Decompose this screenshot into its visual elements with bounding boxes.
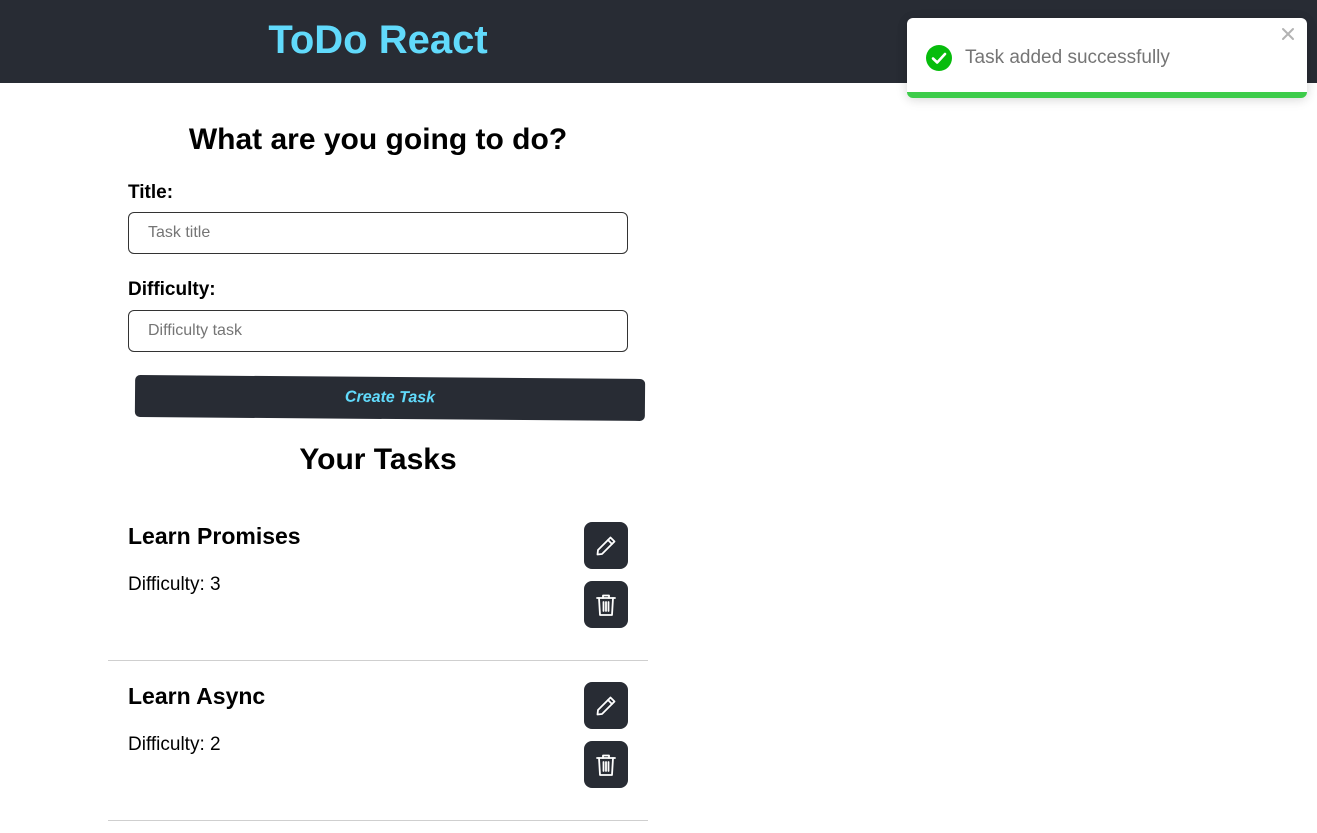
task-difficulty: Difficulty: 2	[128, 734, 221, 755]
tasks-heading: Your Tasks	[299, 443, 457, 476]
title-label: Title:	[128, 182, 174, 203]
app-title: ToDo React	[268, 18, 488, 62]
task-title: Learn Async	[128, 683, 266, 709]
task-title-input[interactable]	[128, 212, 628, 254]
toast-progress-bar	[907, 92, 1307, 98]
task-difficulty: Difficulty: 3	[128, 574, 221, 595]
pencil-icon	[596, 696, 616, 715]
edit-task-button[interactable]	[584, 682, 628, 729]
edit-task-button[interactable]	[584, 522, 628, 569]
check-circle-icon	[926, 45, 952, 71]
task-item: Learn Promises Difficulty: 3	[108, 501, 648, 661]
pencil-icon	[596, 536, 616, 555]
success-toast: Task added successfully	[907, 18, 1307, 98]
toast-message: Task added successfully	[965, 47, 1170, 68]
close-icon[interactable]	[1279, 25, 1297, 43]
difficulty-label: Difficulty:	[128, 279, 216, 300]
task-item: Learn Async Difficulty: 2	[108, 661, 648, 821]
trash-icon	[596, 594, 616, 616]
form-heading: What are you going to do?	[188, 123, 568, 156]
task-title: Learn Promises	[128, 523, 301, 549]
task-list: Learn Promises Difficulty: 3 Learn Async…	[108, 501, 648, 821]
delete-task-button[interactable]	[584, 581, 628, 628]
trash-icon	[596, 754, 616, 776]
difficulty-input[interactable]	[128, 310, 628, 352]
delete-task-button[interactable]	[584, 741, 628, 788]
create-task-button[interactable]: Create Task	[134, 374, 646, 422]
